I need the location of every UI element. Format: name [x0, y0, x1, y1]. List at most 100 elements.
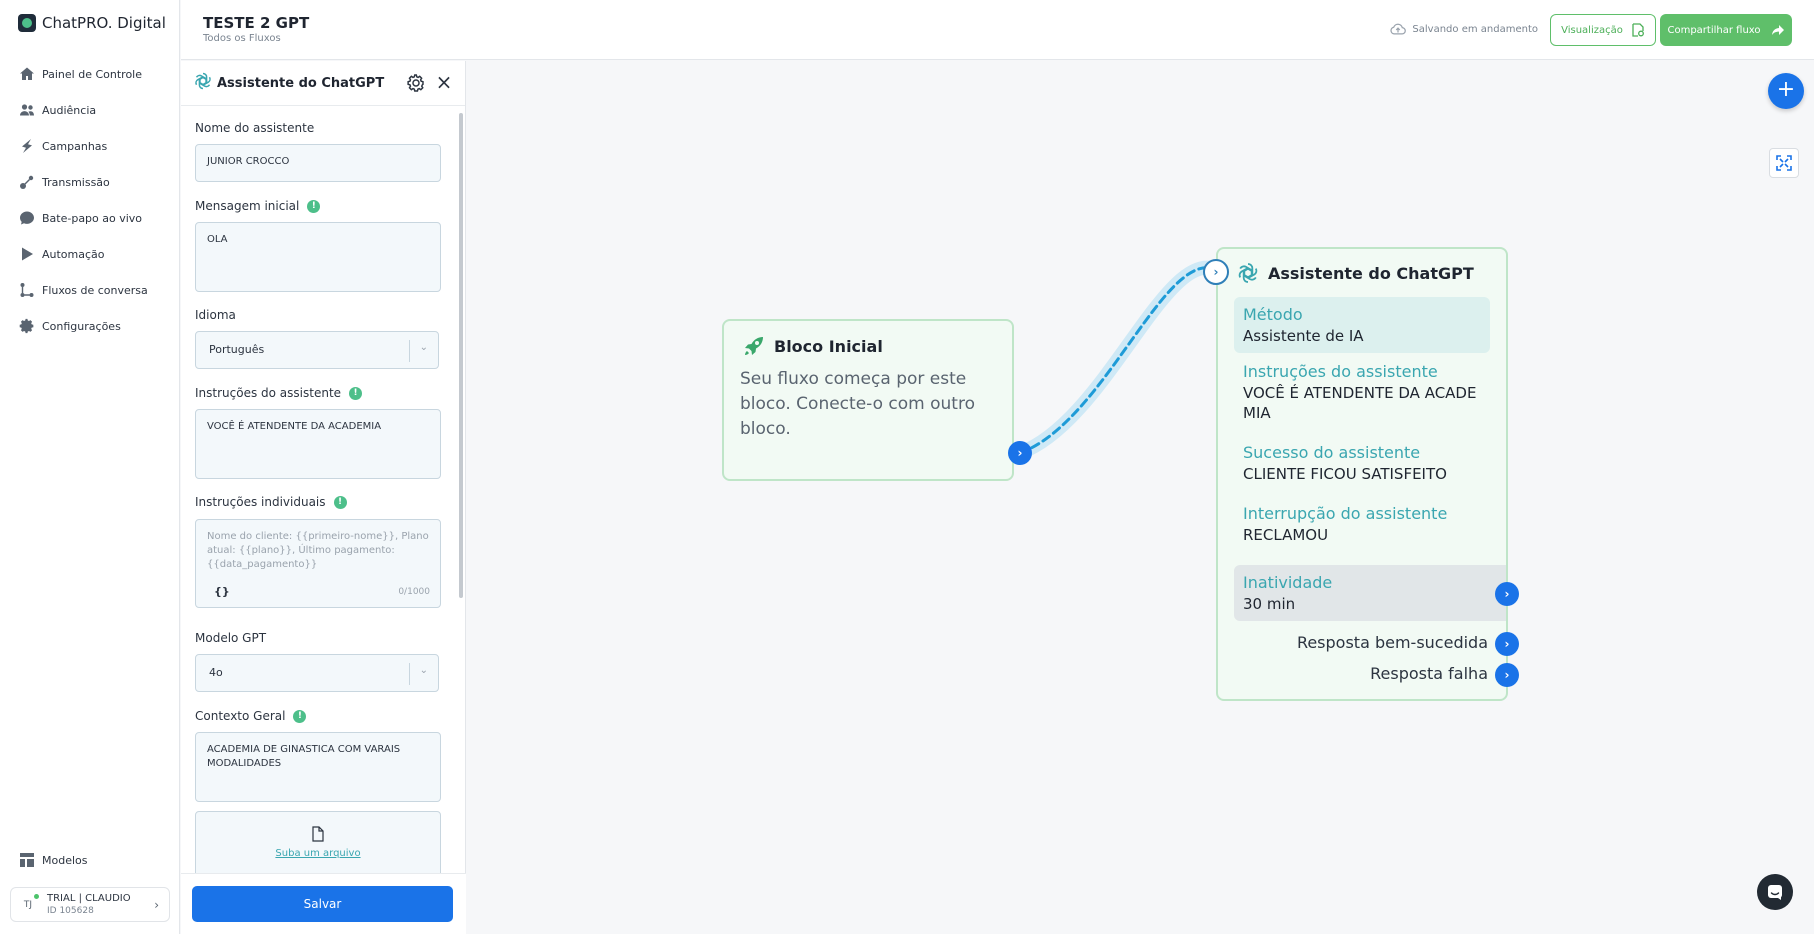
- general-context-label: Contexto Geral!: [195, 709, 307, 723]
- field-label-text: Instruções individuais: [195, 495, 326, 509]
- chatgpt-icon: [1238, 263, 1258, 283]
- gear-icon: [18, 317, 36, 335]
- inactivity-output-connector[interactable]: ›: [1495, 582, 1519, 606]
- instructions-label: Instruções do assistente: [1243, 362, 1438, 381]
- assistant-editor-panel: Assistente do ChatGPT × Nome do assisten…: [181, 61, 466, 934]
- template-icon: [18, 851, 36, 869]
- chat-icon: [18, 209, 36, 227]
- chatgpt-icon: [193, 71, 213, 95]
- interruption-label: Interrupção do assistente: [1243, 504, 1448, 523]
- play-icon: [18, 245, 36, 263]
- users-icon: [18, 101, 36, 119]
- sidebar-item-label: Painel de Controle: [42, 67, 143, 81]
- flow-canvas[interactable]: + Bloco Inicial Seu fluxo começa por est…: [467, 61, 1814, 934]
- breadcrumb[interactable]: Todos os Fluxos: [203, 33, 281, 44]
- chat-support-button[interactable]: [1757, 874, 1793, 910]
- field-label-text: Nome do assistente: [195, 121, 315, 135]
- save-button[interactable]: Salvar: [192, 886, 453, 922]
- sidebar-item-settings[interactable]: Configurações: [18, 308, 168, 344]
- failure-output-connector[interactable]: ›: [1495, 663, 1519, 687]
- general-context-input[interactable]: ACADEMIA DE GINASTICA COM VARAIS MODALID…: [195, 732, 441, 802]
- gpt-model-select[interactable]: 4o ⌄: [195, 654, 439, 692]
- info-icon[interactable]: !: [293, 709, 307, 723]
- sidebar-item-label: Transmissão: [42, 175, 110, 189]
- settings-gear-icon[interactable]: [407, 74, 425, 92]
- gpt-model-select-value: 4o: [209, 666, 223, 679]
- initial-message-label: Mensagem inicial!: [195, 199, 321, 213]
- sidebar-item-label: Bate-papo ao vivo: [42, 211, 143, 225]
- brand-name: ChatPRO. Digital: [42, 14, 166, 32]
- start-block-description: Seu fluxo começa por este bloco. Conecte…: [740, 369, 975, 439]
- success-section: Sucesso do assistente CLIENTE FICOU SATI…: [1234, 442, 1490, 484]
- sidebar: ChatPRO. Digital Painel de Controle Audi…: [0, 0, 180, 934]
- upload-file-link[interactable]: Suba um arquivo: [196, 848, 440, 859]
- start-block[interactable]: Bloco Inicial Seu fluxo começa por este …: [722, 319, 1014, 481]
- info-icon[interactable]: !: [333, 495, 347, 509]
- field-label-text: Contexto Geral: [195, 709, 286, 723]
- header: TESTE 2 GPT Todos os Fluxos Salvando em …: [181, 0, 1814, 60]
- chatgpt-block-input-connector[interactable]: ›: [1203, 259, 1229, 285]
- assistant-name-input[interactable]: JUNIOR CROCCO: [195, 144, 441, 182]
- add-block-button[interactable]: +: [1768, 73, 1804, 109]
- sidebar-item-flows[interactable]: Fluxos de conversa: [18, 272, 168, 308]
- sidebar-item-dashboard[interactable]: Painel de Controle: [18, 56, 168, 92]
- instructions-input[interactable]: VOCÊ É ATENDENTE DA ACADEMIA: [195, 409, 441, 479]
- sidebar-item-live-chat[interactable]: Bate-papo ao vivo: [18, 200, 168, 236]
- file-icon: [312, 826, 324, 842]
- failure-output-label: Resposta falha: [1370, 664, 1488, 683]
- chatgpt-block-title: Assistente do ChatGPT: [1236, 261, 1474, 285]
- method-label: Método: [1243, 305, 1303, 324]
- sidebar-item-campaigns[interactable]: Campanhas: [18, 128, 168, 164]
- sidebar-item-label: Configurações: [42, 319, 121, 333]
- chat-support-icon: [1768, 885, 1782, 900]
- individual-instructions-placeholder: Nome do cliente: {{primeiro-nome}}, Plan…: [207, 531, 429, 570]
- preview-button[interactable]: Visualização: [1550, 14, 1656, 46]
- success-label: Sucesso do assistente: [1243, 443, 1421, 462]
- file-upload-area[interactable]: Suba um arquivo: [195, 811, 441, 873]
- user-id: ID 105628: [47, 905, 94, 916]
- share-flow-button[interactable]: Compartilhar fluxo: [1660, 14, 1792, 46]
- inactivity-value: 30 min: [1243, 595, 1296, 613]
- sidebar-item-label: Campanhas: [42, 139, 108, 153]
- brand-logo-icon: [18, 14, 36, 32]
- share-flow-label: Compartilhar fluxo: [1667, 24, 1761, 36]
- info-icon[interactable]: !: [307, 199, 321, 213]
- saving-status: Salvando em andamento: [1390, 22, 1538, 36]
- chatgpt-block-title-text: Assistente do ChatGPT: [1268, 263, 1474, 283]
- panel-scrollbar[interactable]: [459, 113, 463, 598]
- panel-footer: Salvar: [181, 873, 466, 934]
- success-output-label: Resposta bem-sucedida: [1296, 633, 1488, 652]
- fullscreen-button[interactable]: [1769, 148, 1799, 178]
- sidebar-item-broadcast[interactable]: Transmissão: [18, 164, 168, 200]
- interruption-section: Interrupção do assistente RECLAMOU: [1234, 503, 1490, 545]
- user-card[interactable]: TJ TRIAL | CLAUDIO ID 105628 ›: [10, 887, 170, 922]
- info-icon[interactable]: !: [349, 386, 363, 400]
- flow-icon: [18, 281, 36, 299]
- home-icon: [18, 65, 36, 83]
- field-label-text: Modelo GPT: [195, 631, 267, 645]
- sidebar-item-models[interactable]: Modelos: [18, 842, 88, 878]
- start-block-output-connector[interactable]: ›: [1008, 441, 1032, 465]
- panel-body: Nome do assistente JUNIOR CROCCO Mensage…: [181, 107, 466, 873]
- initial-message-input[interactable]: OLA: [195, 222, 441, 292]
- variables-braces-button[interactable]: {}: [214, 585, 230, 599]
- select-separator: [409, 340, 410, 362]
- chevron-right-icon: ›: [154, 898, 159, 912]
- chatgpt-assistant-block[interactable]: Assistente do ChatGPT Método Assistente …: [1216, 247, 1508, 701]
- language-select[interactable]: Português ⌄: [195, 331, 439, 369]
- interruption-value: RECLAMOU: [1243, 526, 1329, 544]
- close-icon[interactable]: ×: [435, 72, 453, 92]
- instructions-section: Instruções do assistente VOCÊ É ATENDENT…: [1234, 361, 1490, 423]
- success-output-connector[interactable]: ›: [1495, 632, 1519, 656]
- chevron-down-icon: ⌄: [419, 342, 428, 353]
- language-select-value: Português: [209, 343, 265, 356]
- brand[interactable]: ChatPRO. Digital: [18, 14, 166, 32]
- method-section: Método Assistente de IA: [1234, 297, 1490, 353]
- start-block-title-text: Bloco Inicial: [774, 336, 883, 356]
- sidebar-item-audience[interactable]: Audiência: [18, 92, 168, 128]
- individual-instructions-input[interactable]: Nome do cliente: {{primeiro-nome}}, Plan…: [195, 519, 441, 608]
- sidebar-nav: Painel de Controle Audiência Campanhas T…: [18, 56, 168, 344]
- sidebar-item-automation[interactable]: Automação: [18, 236, 168, 272]
- field-label-text: Idioma: [195, 308, 236, 322]
- bolt-icon: [18, 137, 36, 155]
